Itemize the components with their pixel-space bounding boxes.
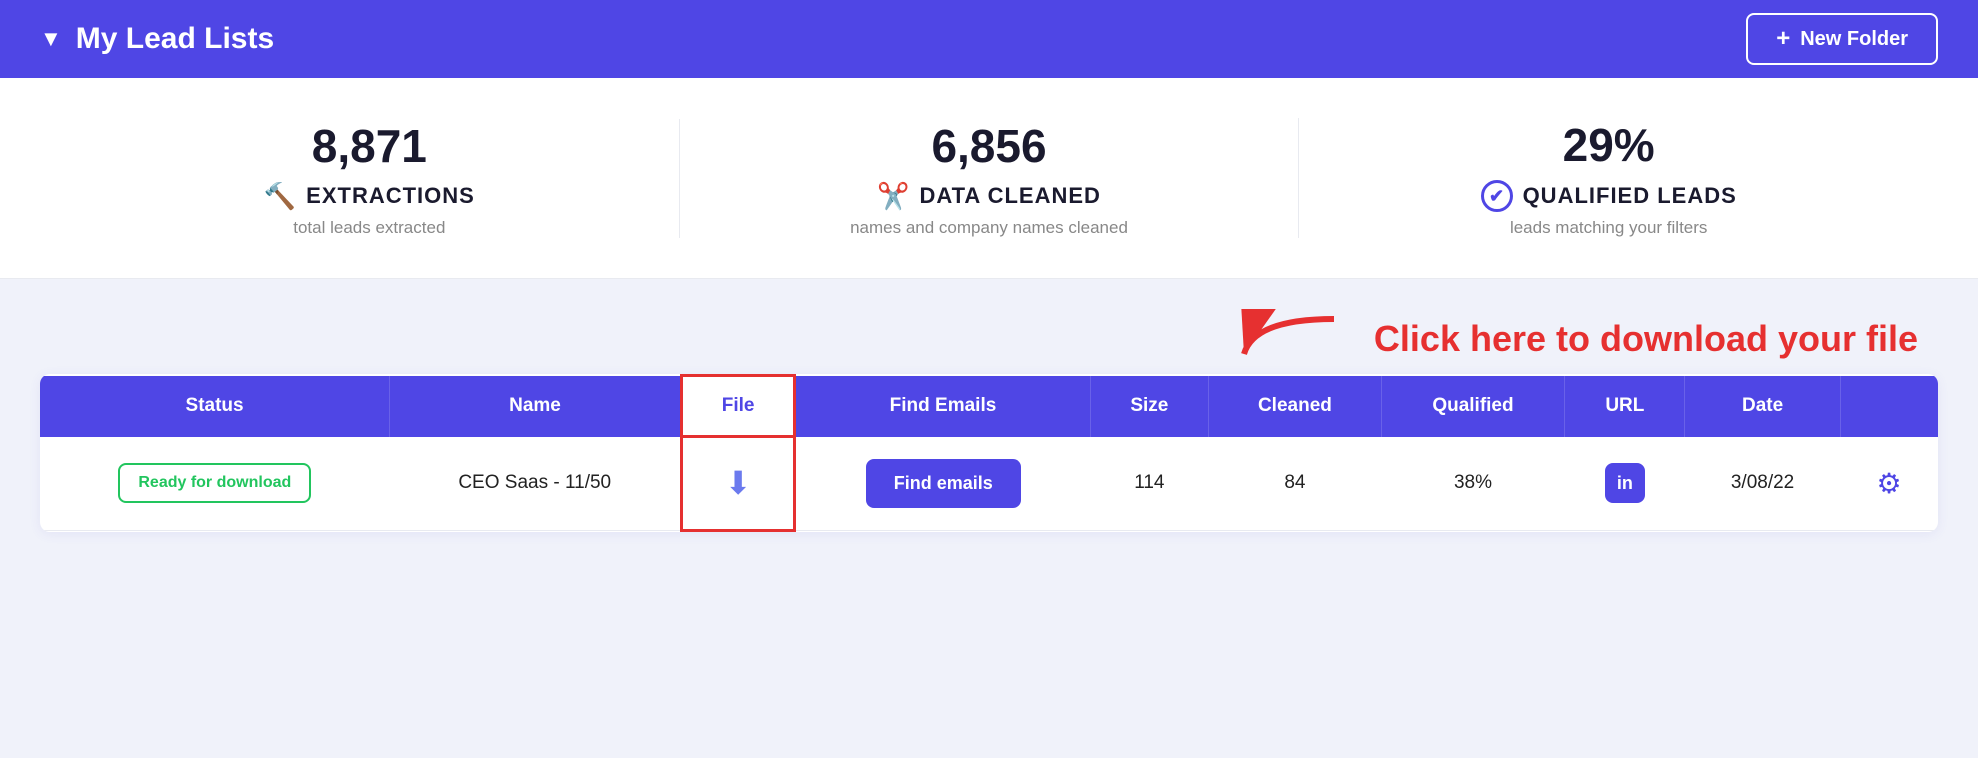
extractions-label: EXTRACTIONS — [306, 183, 475, 209]
lead-table: Status Name File Find Emails Size Cleane… — [40, 374, 1938, 532]
cleaned-cell: 84 — [1209, 437, 1382, 531]
red-arrow-icon — [1224, 309, 1344, 369]
qualified-cell: 38% — [1381, 437, 1565, 531]
col-qualified: Qualified — [1381, 376, 1565, 437]
stat-qualified-leads: 29% ✔ QUALIFIED LEADS leads matching you… — [1298, 118, 1918, 238]
status-badge: Ready for download — [118, 463, 311, 504]
gear-cell[interactable]: ⚙ — [1840, 437, 1938, 531]
stat-data-cleaned: 6,856 ✂️ DATA CLEANED names and company … — [679, 119, 1299, 238]
linkedin-icon[interactable]: in — [1605, 463, 1645, 503]
col-find-emails: Find Emails — [795, 376, 1090, 437]
download-icon[interactable]: ⬇ — [725, 465, 752, 501]
status-cell: Ready for download — [40, 437, 390, 531]
extractions-number: 8,871 — [60, 119, 679, 173]
collapse-icon[interactable]: ▼ — [40, 26, 62, 52]
gear-icon[interactable]: ⚙ — [1877, 468, 1902, 499]
find-emails-button[interactable]: Find emails — [866, 459, 1021, 508]
new-folder-label: New Folder — [1800, 28, 1908, 51]
col-size: Size — [1090, 376, 1209, 437]
col-date: Date — [1685, 376, 1840, 437]
annotation-text: Click here to download your file — [1374, 318, 1918, 360]
qualified-leads-label: QUALIFIED LEADS — [1523, 183, 1737, 209]
plus-icon: + — [1776, 25, 1790, 53]
qualified-leads-sub: leads matching your filters — [1299, 218, 1918, 238]
data-cleaned-label: DATA CLEANED — [919, 183, 1100, 209]
table-area: Click here to download your file Status … — [0, 279, 1978, 572]
url-cell[interactable]: in — [1565, 437, 1685, 531]
table-header-row: Status Name File Find Emails Size Cleane… — [40, 376, 1938, 437]
hammer-icon: 🔨 — [264, 181, 296, 212]
find-emails-cell[interactable]: Find emails — [795, 437, 1090, 531]
file-cell[interactable]: ⬇ — [681, 437, 795, 531]
col-url: URL — [1565, 376, 1685, 437]
name-cell: CEO Saas - 11/50 — [390, 437, 682, 531]
header-left: ▼ My Lead Lists — [40, 22, 274, 56]
col-actions — [1840, 376, 1938, 437]
col-name: Name — [390, 376, 682, 437]
header: ▼ My Lead Lists + New Folder — [0, 0, 1978, 78]
extractions-sub: total leads extracted — [60, 218, 679, 238]
data-cleaned-sub: names and company names cleaned — [680, 218, 1299, 238]
page-title: My Lead Lists — [76, 22, 274, 56]
col-status: Status — [40, 376, 390, 437]
checkmark-circle-icon: ✔ — [1481, 180, 1513, 212]
size-cell: 114 — [1090, 437, 1209, 531]
stats-section: 8,871 🔨 EXTRACTIONS total leads extracte… — [0, 78, 1978, 279]
qualified-leads-number: 29% — [1299, 118, 1918, 172]
annotation-row: Click here to download your file — [40, 309, 1938, 369]
table-row: Ready for download CEO Saas - 11/50 ⬇ Fi… — [40, 437, 1938, 531]
stat-extractions: 8,871 🔨 EXTRACTIONS total leads extracte… — [60, 119, 679, 238]
data-cleaned-label-row: ✂️ DATA CLEANED — [680, 181, 1299, 212]
scissors-icon: ✂️ — [877, 181, 909, 212]
data-cleaned-number: 6,856 — [680, 119, 1299, 173]
qualified-leads-label-row: ✔ QUALIFIED LEADS — [1299, 180, 1918, 212]
new-folder-button[interactable]: + New Folder — [1746, 13, 1938, 65]
extractions-label-row: 🔨 EXTRACTIONS — [60, 181, 679, 212]
col-cleaned: Cleaned — [1209, 376, 1382, 437]
col-file: File — [681, 376, 795, 437]
date-cell: 3/08/22 — [1685, 437, 1840, 531]
